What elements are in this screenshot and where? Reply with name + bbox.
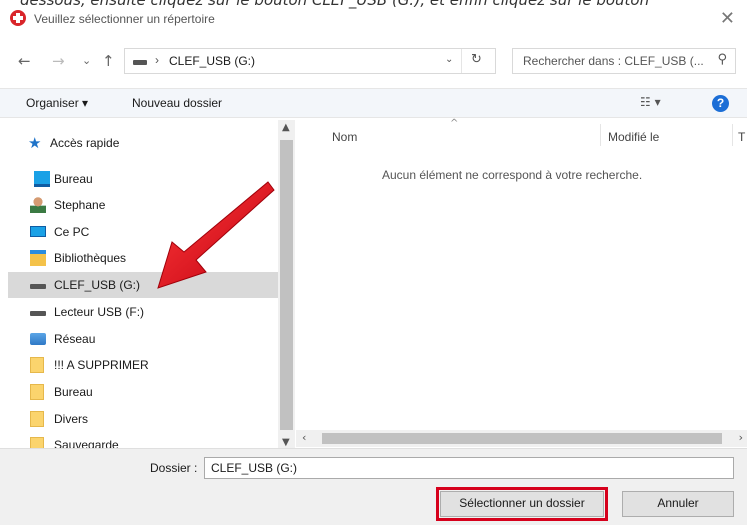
sidebar-item-quick-access[interactable]: ★ Accès rapide xyxy=(12,130,282,156)
column-header-type[interactable]: T xyxy=(738,130,745,144)
search-input[interactable]: Rechercher dans : CLEF_USB (... xyxy=(523,54,704,68)
cancel-button[interactable]: Annuler xyxy=(622,491,734,517)
sidebar-item-a-supprimer[interactable]: !!! A SUPPRIMER xyxy=(8,352,278,378)
navigation-bar: ← → ⌄ ↑ › CLEF_USB (G:) ⌄ ↻ Rechercher d… xyxy=(0,44,747,80)
scrollbar-thumb[interactable] xyxy=(322,433,722,444)
sidebar-item-label: CLEF_USB (G:) xyxy=(54,278,141,292)
sidebar-item-label: Stephane xyxy=(54,198,106,212)
column-header-modified[interactable]: Modifié le xyxy=(608,130,659,144)
recent-locations-chevron-icon[interactable]: ⌄ xyxy=(82,54,91,67)
scroll-left-icon[interactable]: ‹ xyxy=(302,431,306,444)
sidebar-item-label: Bibliothèques xyxy=(54,251,127,265)
desktop-icon xyxy=(34,171,50,187)
sidebar-item-clef-usb[interactable]: CLEF_USB (G:) xyxy=(8,272,278,298)
window-title: Veuillez sélectionner un répertoire xyxy=(34,12,215,26)
sidebar-item-label: Réseau xyxy=(54,332,96,346)
column-header-name[interactable]: Nom xyxy=(332,130,357,144)
sidebar-item-label: Bureau xyxy=(54,172,93,186)
scroll-down-icon[interactable]: ▼ xyxy=(282,437,290,448)
user-icon xyxy=(30,197,46,213)
scroll-right-icon[interactable]: › xyxy=(739,431,743,444)
back-arrow-icon[interactable]: ← xyxy=(18,52,31,70)
address-dropdown-icon[interactable]: ⌄ xyxy=(445,54,453,65)
search-icon[interactable]: ⚲ xyxy=(717,52,727,67)
search-box[interactable]: Rechercher dans : CLEF_USB (... ⚲ xyxy=(512,48,736,74)
library-icon xyxy=(30,250,46,266)
breadcrumb-separator-icon[interactable]: › xyxy=(155,53,159,67)
sort-ascending-icon: ^ xyxy=(450,118,459,129)
folder-icon xyxy=(30,357,44,373)
sidebar-item-desktop[interactable]: Bureau xyxy=(8,166,278,192)
empty-results-message: Aucun élément ne correspond à votre rech… xyxy=(382,168,643,182)
title-bar: Veuillez sélectionner un répertoire ✕ xyxy=(0,6,747,34)
sidebar-item-bureau-folder[interactable]: Bureau xyxy=(8,379,278,405)
address-bar[interactable]: › CLEF_USB (G:) ⌄ ↻ xyxy=(124,48,496,74)
usb-drive-icon xyxy=(30,284,46,289)
column-separator[interactable] xyxy=(600,124,601,146)
view-options-icon[interactable]: ☷ ▾ xyxy=(640,95,661,109)
file-list-pane: ^ Nom Modifié le T Aucun élément ne corr… xyxy=(296,118,747,430)
sidebar-item-label: Sauvegarde xyxy=(54,438,119,448)
network-icon xyxy=(30,333,46,345)
dialog-footer: Dossier : CLEF_USB (G:) Sélectionner un … xyxy=(0,448,747,525)
sidebar-item-label: Divers xyxy=(54,412,89,426)
sidebar-item-label: !!! A SUPPRIMER xyxy=(54,358,149,372)
sidebar-item-lecteur-usb[interactable]: Lecteur USB (F:) xyxy=(8,299,278,325)
sidebar-item-libraries[interactable]: Bibliothèques xyxy=(8,245,278,271)
file-list-horizontal-scrollbar[interactable]: ‹ › xyxy=(296,430,747,447)
sidebar-item-label: Accès rapide xyxy=(50,136,120,150)
folder-icon xyxy=(30,437,44,448)
star-icon: ★ xyxy=(28,134,42,152)
up-arrow-icon[interactable]: ↑ xyxy=(102,52,115,70)
command-bar: Organiser ▾ Nouveau dossier ☷ ▾ ? xyxy=(0,88,747,118)
app-icon xyxy=(10,10,26,26)
sidebar-item-sauvegarde[interactable]: Sauvegarde xyxy=(8,432,278,448)
close-icon[interactable]: ✕ xyxy=(720,8,735,29)
computer-icon xyxy=(30,226,46,237)
drive-icon xyxy=(133,60,147,65)
organize-button[interactable]: Organiser ▾ xyxy=(26,96,88,110)
forward-arrow-icon[interactable]: → xyxy=(52,52,65,70)
folder-icon xyxy=(30,411,44,427)
sidebar-item-network[interactable]: Réseau xyxy=(8,326,278,352)
sidebar-item-label: Bureau xyxy=(54,385,93,399)
address-path[interactable]: CLEF_USB (G:) xyxy=(169,54,255,68)
help-icon[interactable]: ? xyxy=(712,95,729,112)
sidebar-item-label: Lecteur USB (F:) xyxy=(54,305,145,319)
usb-drive-icon xyxy=(30,311,46,316)
scrollbar-thumb[interactable] xyxy=(280,140,293,430)
navigation-pane-scrollbar[interactable]: ▲ ▼ xyxy=(278,120,295,448)
column-separator[interactable] xyxy=(732,124,733,146)
sidebar-item-this-pc[interactable]: Ce PC xyxy=(8,219,278,245)
refresh-icon[interactable]: ↻ xyxy=(471,52,482,67)
sidebar-item-divers[interactable]: Divers xyxy=(8,406,278,432)
sidebar-item-user[interactable]: Stephane xyxy=(8,192,278,218)
navigation-pane: ★ Accès rapide Bureau Stephane Ce PC Bib… xyxy=(0,120,296,448)
folder-label: Dossier : xyxy=(150,461,198,475)
new-folder-button[interactable]: Nouveau dossier xyxy=(132,96,222,110)
sidebar-item-label: Ce PC xyxy=(54,225,90,239)
address-divider xyxy=(461,49,462,73)
select-folder-button[interactable]: Sélectionner un dossier xyxy=(436,487,608,521)
folder-icon xyxy=(30,384,44,400)
folder-input[interactable]: CLEF_USB (G:) xyxy=(204,457,734,479)
scroll-up-icon[interactable]: ▲ xyxy=(282,122,290,133)
